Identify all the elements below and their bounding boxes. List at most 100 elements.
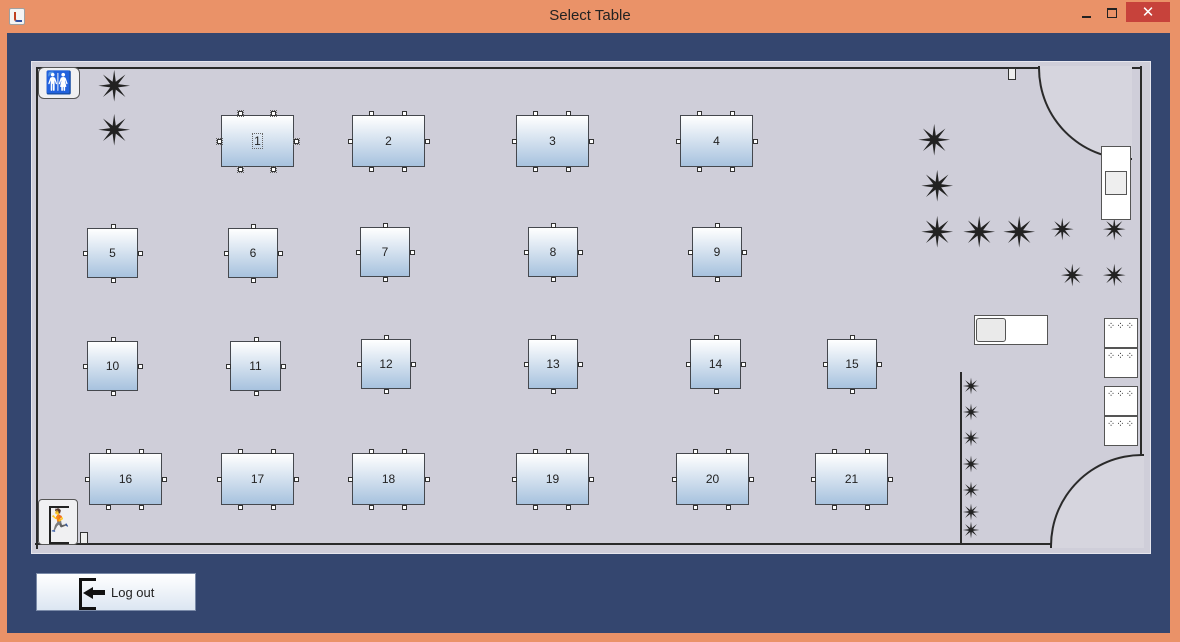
chair-icon bbox=[251, 278, 256, 283]
decorative-plant-icon: ✴ bbox=[1060, 260, 1086, 293]
chair-icon bbox=[715, 223, 720, 228]
table-12[interactable]: 12 bbox=[357, 335, 416, 394]
chair-icon bbox=[162, 477, 167, 482]
plant-icon: ✴ bbox=[920, 209, 956, 256]
chair-icon bbox=[369, 505, 375, 510]
fire-extinguisher-icon bbox=[1008, 68, 1016, 80]
chair-icon bbox=[411, 362, 416, 367]
restroom-icon: 🚻 bbox=[38, 67, 80, 99]
title-bar[interactable]: Select Table ✕ bbox=[0, 0, 1180, 32]
table-8[interactable]: 8 bbox=[524, 223, 583, 282]
table-1[interactable]: 1 bbox=[216, 110, 300, 173]
chair-icon bbox=[730, 167, 736, 172]
chair-icon bbox=[850, 335, 855, 340]
chair-icon bbox=[110, 224, 116, 229]
close-icon: ✕ bbox=[1141, 4, 1155, 21]
maximize-button[interactable] bbox=[1098, 2, 1126, 24]
logout-button[interactable]: Log out bbox=[36, 573, 196, 611]
table-label: 20 bbox=[705, 472, 720, 486]
chair-icon bbox=[551, 277, 556, 282]
plant-icon: ✴ bbox=[917, 117, 953, 164]
table-20[interactable]: 20 bbox=[672, 449, 754, 510]
chair-icon bbox=[713, 389, 719, 394]
cash-register-icon bbox=[976, 318, 1006, 342]
chair-icon bbox=[533, 111, 539, 116]
table-4[interactable]: 4 bbox=[676, 111, 758, 172]
table-21[interactable]: 21 bbox=[811, 449, 893, 510]
chair-icon bbox=[110, 278, 116, 283]
table-7[interactable]: 7 bbox=[356, 223, 415, 282]
table-9[interactable]: 9 bbox=[688, 223, 747, 282]
chair-icon bbox=[357, 362, 362, 367]
chair-icon bbox=[512, 139, 517, 144]
chair-icon bbox=[566, 505, 572, 510]
table-5[interactable]: 5 bbox=[83, 224, 143, 283]
chair-icon bbox=[533, 505, 539, 510]
table-14[interactable]: 14 bbox=[686, 335, 746, 394]
table-18[interactable]: 18 bbox=[348, 449, 430, 510]
chair-icon bbox=[237, 166, 245, 173]
chair-icon bbox=[512, 477, 517, 482]
logout-label: Log out bbox=[111, 584, 155, 600]
chair-icon bbox=[726, 449, 732, 454]
chair-icon bbox=[402, 505, 408, 510]
chair-icon bbox=[238, 505, 244, 510]
chair-icon bbox=[138, 364, 143, 369]
chair-icon bbox=[749, 477, 754, 482]
chair-icon bbox=[672, 477, 677, 482]
chair-icon bbox=[356, 250, 361, 255]
chair-icon bbox=[533, 449, 539, 454]
chair-icon bbox=[293, 138, 300, 145]
table-16[interactable]: 16 bbox=[85, 449, 167, 510]
window: Select Table ✕ 🚻 🏃 ✴ ✴ ✴ ✴ ✴ ✴ ✴ ✴ ✴ ✴ ✴… bbox=[0, 0, 1180, 642]
chair-icon bbox=[832, 505, 838, 510]
close-button[interactable]: ✕ bbox=[1126, 2, 1170, 22]
chair-icon bbox=[578, 250, 583, 255]
table-label: 9 bbox=[713, 245, 721, 259]
decorative-plant-icon: ✴ bbox=[1102, 260, 1128, 293]
chair-icon bbox=[551, 335, 556, 340]
table-label: 5 bbox=[109, 246, 116, 260]
chair-icon bbox=[402, 167, 408, 172]
chair-icon bbox=[216, 138, 223, 145]
chair-icon bbox=[383, 277, 388, 282]
table-label: 15 bbox=[845, 357, 859, 371]
chair-icon bbox=[524, 362, 529, 367]
chair-icon bbox=[693, 505, 699, 510]
table-15[interactable]: 15 bbox=[823, 335, 882, 394]
shelf-icon: ⁘⁘⁘ bbox=[1104, 348, 1138, 378]
chair-icon bbox=[83, 251, 88, 256]
table-2[interactable]: 2 bbox=[348, 111, 430, 172]
window-title: Select Table bbox=[549, 7, 631, 24]
table-label: 11 bbox=[249, 359, 262, 373]
table-label: 21 bbox=[844, 472, 859, 486]
shelf-icon: ⁘⁘⁘ bbox=[1104, 386, 1138, 416]
chair-icon bbox=[271, 449, 277, 454]
table-6[interactable]: 6 bbox=[224, 224, 283, 283]
table-13[interactable]: 13 bbox=[524, 335, 583, 394]
chair-icon bbox=[693, 449, 699, 454]
chair-icon bbox=[253, 337, 259, 342]
chair-icon bbox=[410, 250, 415, 255]
chair-icon bbox=[138, 251, 143, 256]
chair-icon bbox=[888, 477, 893, 482]
chair-icon bbox=[278, 251, 283, 256]
chair-icon bbox=[753, 139, 758, 144]
table-17[interactable]: 17 bbox=[217, 449, 299, 510]
chair-icon bbox=[697, 111, 703, 116]
chair-icon bbox=[551, 223, 556, 228]
table-19[interactable]: 19 bbox=[512, 449, 594, 510]
emergency-exit-icon: 🏃 bbox=[38, 499, 78, 545]
bar-stool-icon: ✴ bbox=[962, 518, 981, 543]
chair-icon bbox=[217, 477, 222, 482]
table-11[interactable]: 11 bbox=[226, 337, 286, 396]
chair-icon bbox=[294, 477, 299, 482]
chair-icon bbox=[106, 449, 112, 454]
table-label: 7 bbox=[381, 245, 389, 259]
chair-icon bbox=[281, 364, 286, 369]
table-10[interactable]: 10 bbox=[83, 337, 143, 396]
table-3[interactable]: 3 bbox=[512, 111, 594, 172]
minimize-button[interactable] bbox=[1072, 2, 1100, 24]
chair-icon bbox=[865, 449, 871, 454]
chair-icon bbox=[271, 505, 277, 510]
